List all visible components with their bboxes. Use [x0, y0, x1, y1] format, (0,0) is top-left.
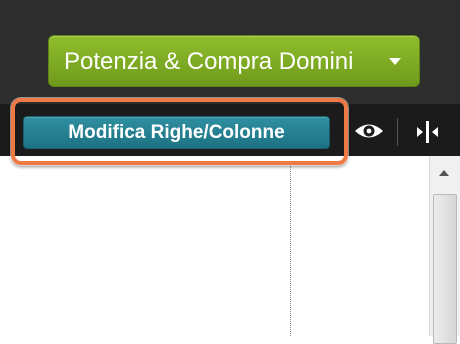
- scrollbar-thumb[interactable]: [433, 194, 457, 344]
- upgrade-buy-domains-button[interactable]: Potenzia & Compra Domini: [48, 35, 420, 87]
- caret-down-icon: [389, 58, 401, 65]
- resize-horizontal-icon[interactable]: [406, 118, 450, 146]
- vertical-scrollbar[interactable]: [429, 156, 460, 344]
- upgrade-button-label: Potenzia & Compra Domini: [64, 48, 354, 75]
- highlight-annotation: [11, 98, 348, 165]
- column-guide-line: [290, 166, 291, 336]
- scroll-up-arrow-icon[interactable]: [430, 164, 460, 186]
- toolbar-divider: [397, 118, 398, 146]
- eye-icon[interactable]: [349, 119, 389, 143]
